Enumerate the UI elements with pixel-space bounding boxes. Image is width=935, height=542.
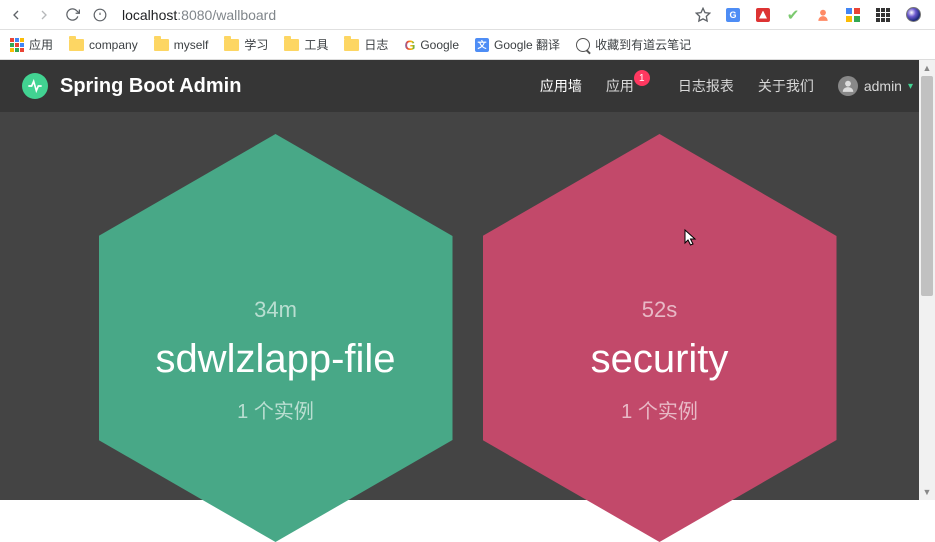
nav-items: 应用墙 应用 1 日志报表 关于我们 admin ▾ xyxy=(540,76,913,96)
app-tile-sdwlzlapp-file[interactable]: 34m sdwlzlapp-file 1 个实例 xyxy=(99,134,453,542)
bookmark-label: Google xyxy=(420,38,459,52)
bookmark-label: Google 翻译 xyxy=(494,36,560,53)
apps-label: 应用 xyxy=(29,36,53,53)
notification-badge: 1 xyxy=(634,70,650,86)
extension-icon-4[interactable] xyxy=(845,7,861,23)
bookmark-label: 收藏到有道云笔记 xyxy=(595,36,691,53)
user-menu[interactable]: admin ▾ xyxy=(838,76,913,96)
app-name: sdwlzlapp-file xyxy=(155,337,395,382)
brand-logo-icon xyxy=(22,73,48,99)
scroll-down-icon[interactable]: ▼ xyxy=(919,484,935,500)
toolbar-right-icons: G ✔ xyxy=(695,7,921,23)
extension-icon-2[interactable]: ✔ xyxy=(785,7,801,23)
brand[interactable]: Spring Boot Admin xyxy=(22,73,241,99)
url-port: :8080 xyxy=(177,7,212,23)
apps-grid-icon xyxy=(10,38,24,52)
folder-icon xyxy=(284,39,299,51)
vertical-scrollbar[interactable]: ▲ ▼ xyxy=(919,60,935,500)
scroll-up-icon[interactable]: ▲ xyxy=(919,60,935,76)
bookmark-label: 学习 xyxy=(244,36,268,53)
bookmark-google-translate[interactable]: 文 Google 翻译 xyxy=(475,36,560,53)
extension-icon-1[interactable] xyxy=(755,7,771,23)
bookmark-company[interactable]: company xyxy=(69,38,138,52)
nav-about[interactable]: 关于我们 xyxy=(758,76,814,96)
nav-label: 应用墙 xyxy=(540,76,582,96)
app-uptime: 34m xyxy=(254,297,297,323)
brand-title: Spring Boot Admin xyxy=(60,75,241,98)
app-tile-security[interactable]: 52s security 1 个实例 xyxy=(483,134,837,542)
wallboard: 34m sdwlzlapp-file 1 个实例 52s security 1 … xyxy=(0,112,935,500)
bookmark-label: 日志 xyxy=(364,36,388,53)
folder-icon xyxy=(154,39,169,51)
google-icon: G xyxy=(404,37,415,53)
app-name: security xyxy=(591,337,729,382)
folder-icon xyxy=(69,39,84,51)
app-navbar: Spring Boot Admin 应用墙 应用 1 日志报表 关于我们 adm… xyxy=(0,60,935,112)
avatar-icon xyxy=(838,76,858,96)
user-name: admin xyxy=(864,78,902,94)
bookmark-youdao[interactable]: 收藏到有道云笔记 xyxy=(576,36,691,53)
nav-label: 日志报表 xyxy=(678,76,734,96)
app-instances: 1 个实例 xyxy=(237,395,314,424)
folder-icon xyxy=(344,39,359,51)
bookmark-label: 工具 xyxy=(304,36,328,53)
browser-toolbar: localhost:8080/wallboard G ✔ xyxy=(0,0,935,30)
folder-icon xyxy=(224,39,239,51)
chevron-down-icon: ▾ xyxy=(908,81,913,92)
nav-label: 应用 xyxy=(606,76,634,96)
forward-icon[interactable] xyxy=(36,7,52,23)
profile-icon[interactable] xyxy=(905,7,921,23)
nav-wallboard[interactable]: 应用墙 xyxy=(540,76,582,96)
back-icon[interactable] xyxy=(8,7,24,23)
nav-applications[interactable]: 应用 1 xyxy=(606,76,654,96)
bookmark-label: myself xyxy=(174,38,209,52)
bookmark-study[interactable]: 学习 xyxy=(224,36,268,53)
bookmark-label: company xyxy=(89,38,138,52)
bookmark-myself[interactable]: myself xyxy=(154,38,209,52)
youdao-icon xyxy=(576,38,590,52)
translate-icon: 文 xyxy=(475,38,489,52)
bookmark-tools[interactable]: 工具 xyxy=(284,36,328,53)
extension-icon-3[interactable] xyxy=(815,7,831,23)
site-info-icon[interactable] xyxy=(92,7,108,23)
translate-ext-icon[interactable]: G xyxy=(725,7,741,23)
nav-label: 关于我们 xyxy=(758,76,814,96)
app-uptime: 52s xyxy=(642,297,677,323)
extension-icon-5[interactable] xyxy=(875,7,891,23)
star-icon[interactable] xyxy=(695,7,711,23)
reload-icon[interactable] xyxy=(64,7,80,23)
app-instances: 1 个实例 xyxy=(621,395,698,424)
bookmark-logs[interactable]: 日志 xyxy=(344,36,388,53)
url-path: /wallboard xyxy=(212,7,276,23)
url-host: localhost xyxy=(122,7,177,23)
bookmark-google[interactable]: G Google xyxy=(404,37,459,53)
apps-button[interactable]: 应用 xyxy=(10,36,53,53)
bookmarks-bar: 应用 company myself 学习 工具 日志 G Google 文 Go… xyxy=(0,30,935,60)
address-bar[interactable]: localhost:8080/wallboard xyxy=(120,7,683,23)
nav-journal[interactable]: 日志报表 xyxy=(678,76,734,96)
scroll-thumb[interactable] xyxy=(921,76,933,296)
